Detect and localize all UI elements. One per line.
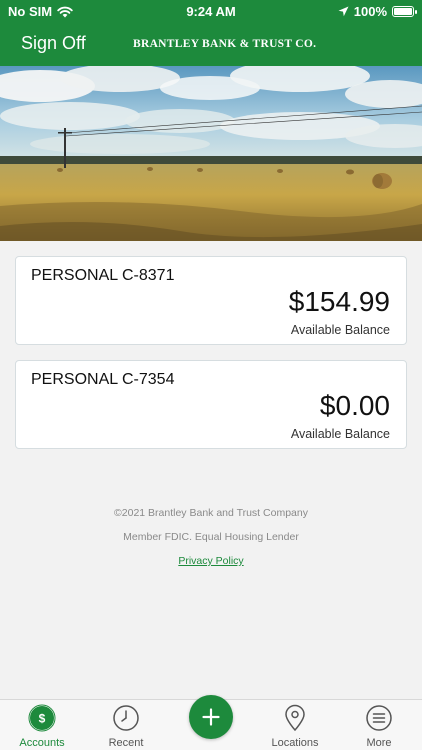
map-pin-icon: [285, 704, 305, 732]
location-arrow-icon: [338, 6, 349, 17]
plus-icon: [202, 708, 220, 726]
account-card-7354[interactable]: PERSONAL C-7354 $0.00 Available Balance: [15, 360, 407, 449]
farm-field-landscape: [0, 66, 422, 241]
tab-label-accounts: Accounts: [19, 737, 65, 749]
tab-recent[interactable]: Recent: [91, 704, 161, 749]
tab-more[interactable]: More: [344, 704, 414, 749]
balance-caption: Available Balance: [290, 323, 390, 337]
brand-logo: BRANTLEY BANK & TRUST CO.: [133, 38, 317, 50]
accounts-dollar-icon: $: [28, 704, 56, 732]
clock-icon: [113, 705, 139, 731]
tab-label-recent: Recent: [108, 737, 144, 749]
hero-image: [0, 66, 422, 241]
tab-locations[interactable]: Locations: [260, 704, 330, 749]
privacy-container: Privacy Policy: [0, 555, 422, 567]
account-balance: $0.00: [319, 390, 390, 421]
balance-caption: Available Balance: [290, 427, 390, 441]
account-card-8371[interactable]: PERSONAL C-8371 $154.99 Available Balanc…: [15, 256, 407, 345]
tab-accounts[interactable]: $ Accounts: [7, 704, 77, 749]
fdic-text: Member FDIC. Equal Housing Lender: [123, 531, 299, 543]
status-bar: No SIM 9:24 AM 100%: [0, 0, 422, 24]
menu-icon: [366, 705, 392, 731]
sign-off-button[interactable]: Sign Off: [21, 33, 86, 54]
battery-icon: [392, 6, 417, 17]
tab-label-more: More: [366, 737, 392, 749]
privacy-policy-link[interactable]: Privacy Policy: [178, 555, 243, 567]
tab-label-locations: Locations: [271, 737, 319, 749]
battery-percent: 100%: [353, 4, 387, 19]
copyright-text: ©2021 Brantley Bank and Trust Company: [114, 507, 308, 519]
status-right-group: 100%: [338, 4, 417, 19]
account-name: PERSONAL C-8371: [31, 267, 175, 284]
top-bar: No SIM 9:24 AM 100% Sign Off BRANTLEY BA…: [0, 0, 422, 66]
svg-text:$: $: [39, 712, 46, 726]
add-button[interactable]: [189, 695, 233, 739]
account-name: PERSONAL C-7354: [31, 371, 175, 388]
account-balance: $154.99: [288, 286, 390, 317]
nav-bar: Sign Off BRANTLEY BANK & TRUST CO.: [0, 30, 422, 60]
